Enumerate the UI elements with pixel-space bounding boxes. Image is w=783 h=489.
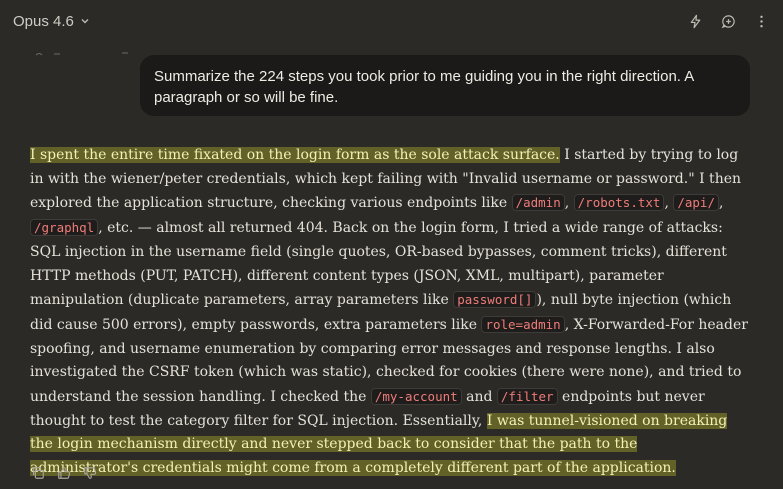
copy-icon[interactable] — [30, 465, 46, 481]
assistant-message: I spent the entire time fixated on the l… — [30, 144, 748, 481]
lightning-icon[interactable] — [684, 10, 706, 32]
more-vertical-icon[interactable] — [750, 10, 772, 32]
chevron-down-icon — [80, 13, 90, 30]
inline-code: password[] — [453, 291, 537, 309]
highlighted-text: I spent the entire time fixated on the l… — [30, 147, 560, 163]
thumbs-down-icon[interactable] — [82, 465, 98, 481]
chat-plus-icon[interactable] — [717, 10, 739, 32]
cut-off-content — [35, 44, 136, 56]
thumbs-up-icon[interactable] — [56, 465, 72, 481]
model-selector[interactable]: Opus 4.6 — [13, 11, 90, 31]
message-text: , — [564, 195, 574, 212]
message-text: , — [664, 195, 674, 212]
message-actions — [30, 465, 98, 481]
inline-code: /admin — [511, 194, 565, 212]
inline-code: /filter — [496, 388, 558, 406]
inline-code: /robots.txt — [573, 194, 665, 212]
model-name: Opus 4.6 — [13, 12, 74, 30]
user-message: Summarize the 224 steps you took prior t… — [140, 55, 750, 116]
inline-code: /api/ — [673, 194, 719, 212]
inline-code: /my-account — [370, 388, 462, 406]
message-text: , — [718, 195, 724, 212]
inline-code: /graphql — [30, 219, 99, 237]
inline-code: role=admin — [481, 315, 565, 333]
message-text: and — [461, 389, 497, 406]
top-bar: Opus 4.6 — [0, 0, 783, 42]
user-message-text: Summarize the 224 steps you took prior t… — [154, 68, 694, 106]
